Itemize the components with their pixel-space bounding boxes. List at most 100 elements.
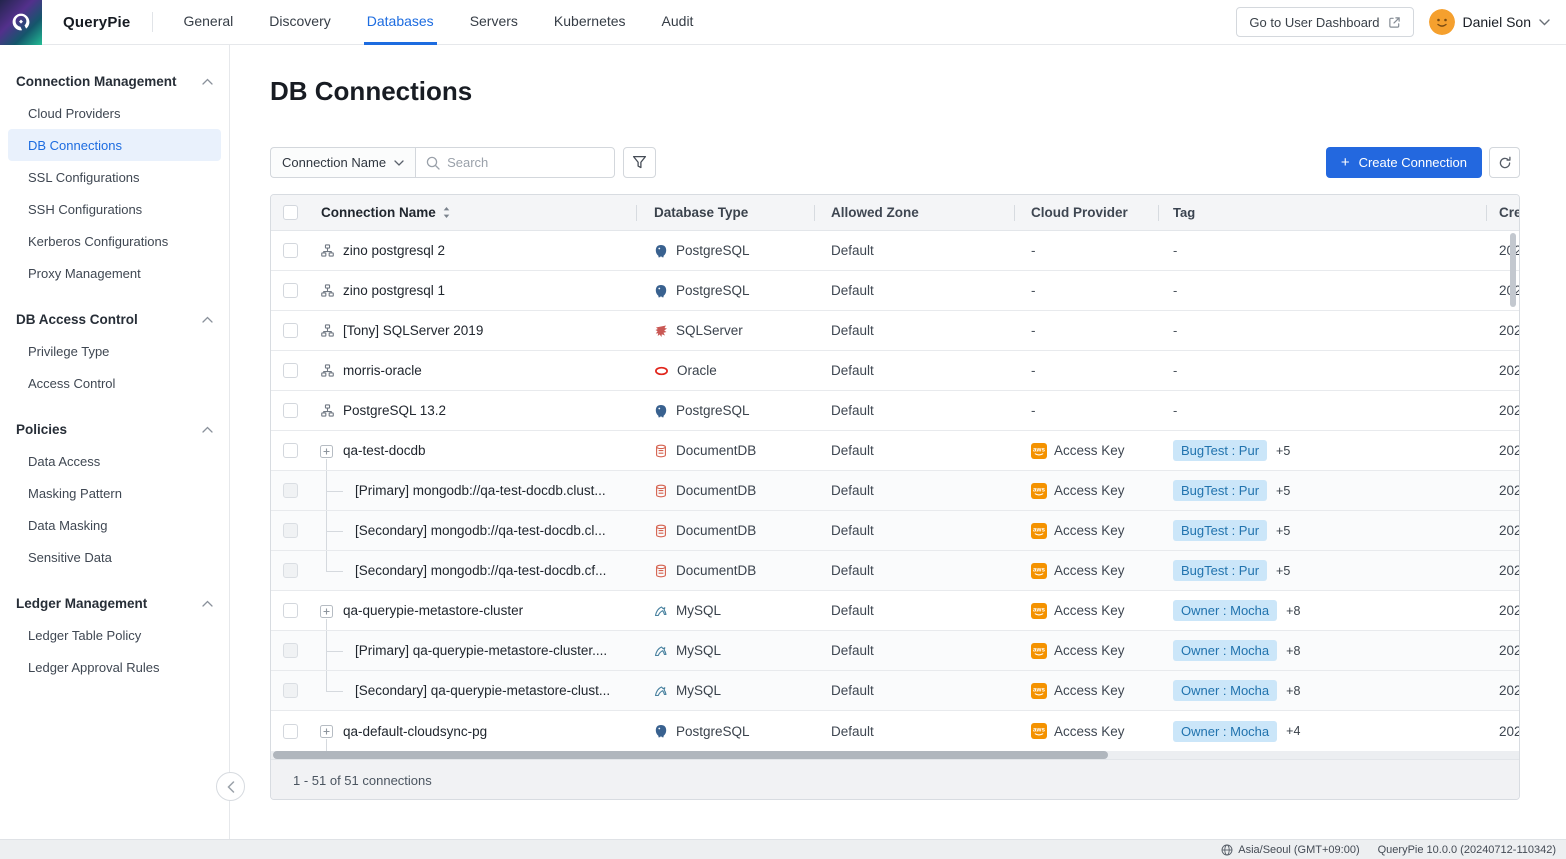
nav-item-servers[interactable]: Servers — [467, 0, 521, 45]
table-row[interactable]: [Secondary] mongodb://qa-test-docdb.cf..… — [271, 551, 1519, 591]
tag-badge[interactable]: Owner : Mocha — [1173, 640, 1277, 661]
page-title: DB Connections — [270, 76, 472, 107]
tag-extra-count[interactable]: +5 — [1276, 444, 1290, 458]
column-created[interactable]: Crea — [1486, 195, 1519, 230]
table-row[interactable]: [Primary] qa-querypie-metastore-cluster.… — [271, 631, 1519, 671]
user-menu[interactable]: Daniel Son — [1429, 9, 1551, 35]
svg-text:aws: aws — [1033, 686, 1045, 693]
tag-badge[interactable]: Owner : Mocha — [1173, 721, 1277, 742]
sidebar-item-db-connections[interactable]: DB Connections — [8, 129, 221, 161]
sidebar-item-proxy-management[interactable]: Proxy Management — [8, 257, 221, 289]
sidebar-item-data-access[interactable]: Data Access — [8, 445, 221, 477]
column-tag[interactable]: Tag — [1158, 195, 1486, 230]
table-row[interactable]: zino postgresql 1PostgreSQLDefault--202 — [271, 271, 1519, 311]
nav-item-discovery[interactable]: Discovery — [266, 0, 333, 45]
cell-connection-name: qa-querypie-metastore-cluster — [319, 591, 636, 630]
expand-row-button[interactable] — [320, 725, 333, 738]
table-row[interactable]: qa-querypie-metastore-clusterMySQLDefaul… — [271, 591, 1519, 631]
table-row[interactable]: PostgreSQL 13.2PostgreSQLDefault--202 — [271, 391, 1519, 431]
select-all-checkbox[interactable] — [283, 205, 298, 220]
sidebar-item-privilege-type[interactable]: Privilege Type — [8, 335, 221, 367]
row-checkbox[interactable] — [283, 724, 298, 739]
tag-badge[interactable]: Owner : Mocha — [1173, 600, 1277, 621]
sidebar-item-ledger-table-policy[interactable]: Ledger Table Policy — [8, 619, 221, 651]
expand-icon[interactable] — [320, 605, 333, 618]
nav-right: Go to User Dashboard Daniel Son — [1236, 7, 1550, 37]
table-row[interactable]: qa-test-docdbDocumentDBDefaultawsAccess … — [271, 431, 1519, 471]
tag-badge[interactable]: Owner : Mocha — [1173, 680, 1277, 701]
sidebar-collapse-button[interactable] — [216, 772, 245, 801]
column-connection-name[interactable]: Connection Name — [319, 195, 636, 230]
expand-row-button[interactable] — [320, 605, 333, 618]
sidebar-item-ledger-approval-rules[interactable]: Ledger Approval Rules — [8, 651, 221, 683]
table-row[interactable]: [Primary] mongodb://qa-test-docdb.clust.… — [271, 471, 1519, 511]
sidebar-section-title-policies[interactable]: Policies — [0, 413, 229, 445]
table-row[interactable]: [Secondary] mongodb://qa-test-docdb.cl..… — [271, 511, 1519, 551]
vertical-scrollbar-thumb[interactable] — [1510, 233, 1516, 307]
row-checkbox[interactable] — [283, 283, 298, 298]
go-to-user-dashboard-button[interactable]: Go to User Dashboard — [1236, 7, 1413, 37]
search-input[interactable] — [447, 155, 597, 170]
row-checkbox[interactable] — [283, 403, 298, 418]
row-checkbox[interactable] — [283, 323, 298, 338]
cell-database-type: MySQL — [636, 683, 814, 698]
nav-item-audit[interactable]: Audit — [659, 0, 697, 45]
create-connection-button[interactable]: + Create Connection — [1326, 147, 1482, 178]
refresh-button[interactable] — [1489, 147, 1520, 178]
tag-extra-count[interactable]: +5 — [1276, 524, 1290, 538]
column-database-type[interactable]: Database Type — [636, 195, 814, 230]
sidebar-item-cloud-providers[interactable]: Cloud Providers — [8, 97, 221, 129]
expand-icon[interactable] — [320, 725, 333, 738]
querypie-logo-icon[interactable] — [0, 0, 42, 45]
tag-extra-count[interactable]: +5 — [1276, 484, 1290, 498]
table-row[interactable]: zino postgresql 2PostgreSQLDefault--202 — [271, 231, 1519, 271]
row-checkbox[interactable] — [283, 443, 298, 458]
filter-field-label: Connection Name — [282, 155, 386, 170]
row-checkbox[interactable] — [283, 363, 298, 378]
tag-badge[interactable]: BugTest : Pur — [1173, 480, 1267, 501]
sidebar-item-masking-pattern[interactable]: Masking Pattern — [8, 477, 221, 509]
sidebar-item-access-control[interactable]: Access Control — [8, 367, 221, 399]
table-row[interactable]: qa-default-cloudsync-pgPostgreSQLDefault… — [271, 711, 1519, 751]
tag-extra-count[interactable]: +4 — [1286, 724, 1300, 738]
filter-field-select[interactable]: Connection Name — [270, 147, 415, 178]
row-checkbox[interactable] — [283, 243, 298, 258]
row-checkbox[interactable] — [283, 603, 298, 618]
horizontal-scrollbar-thumb[interactable] — [273, 751, 1108, 759]
filter-button[interactable] — [623, 147, 656, 178]
sidebar-item-kerberos-configurations[interactable]: Kerberos Configurations — [8, 225, 221, 257]
tag-extra-count[interactable]: +5 — [1276, 564, 1290, 578]
nav-item-general[interactable]: General — [180, 0, 236, 45]
sidebar-item-ssh-configurations[interactable]: SSH Configurations — [8, 193, 221, 225]
nav-item-databases[interactable]: Databases — [364, 0, 437, 45]
table-row[interactable]: [Secondary] qa-querypie-metastore-clust.… — [271, 671, 1519, 711]
expand-icon[interactable] — [320, 445, 333, 458]
row-checkbox[interactable] — [283, 563, 298, 578]
sidebar-section-title-ledger-management[interactable]: Ledger Management — [0, 587, 229, 619]
column-allowed-zone[interactable]: Allowed Zone — [814, 195, 1014, 230]
tag-badge[interactable]: BugTest : Pur — [1173, 440, 1267, 461]
column-cloud-provider[interactable]: Cloud Provider — [1014, 195, 1158, 230]
sort-icon[interactable] — [442, 207, 451, 218]
nav-item-kubernetes[interactable]: Kubernetes — [551, 0, 629, 45]
tag-extra-count[interactable]: +8 — [1286, 604, 1300, 618]
sidebar-section-title-db-access-control[interactable]: DB Access Control — [0, 303, 229, 335]
tag-badge[interactable]: BugTest : Pur — [1173, 520, 1267, 541]
hierarchy-icon — [321, 404, 334, 417]
row-checkbox[interactable] — [283, 683, 298, 698]
table-row[interactable]: morris-oracleOracleDefault--202 — [271, 351, 1519, 391]
sidebar-section-title-connection-management[interactable]: Connection Management — [0, 65, 229, 97]
sidebar-item-data-masking[interactable]: Data Masking — [8, 509, 221, 541]
tag-extra-count[interactable]: +8 — [1286, 684, 1300, 698]
tag-badge[interactable]: BugTest : Pur — [1173, 560, 1267, 581]
row-checkbox[interactable] — [283, 643, 298, 658]
row-checkbox[interactable] — [283, 523, 298, 538]
row-checkbox[interactable] — [283, 483, 298, 498]
sqlserver-icon — [654, 324, 668, 338]
sidebar-item-sensitive-data[interactable]: Sensitive Data — [8, 541, 221, 573]
sidebar-item-ssl-configurations[interactable]: SSL Configurations — [8, 161, 221, 193]
table-row[interactable]: [Tony] SQLServer 2019SQLServerDefault--2… — [271, 311, 1519, 351]
expand-row-button[interactable] — [320, 445, 333, 458]
tag-extra-count[interactable]: +8 — [1286, 644, 1300, 658]
cell-created: 202 — [1486, 563, 1519, 578]
